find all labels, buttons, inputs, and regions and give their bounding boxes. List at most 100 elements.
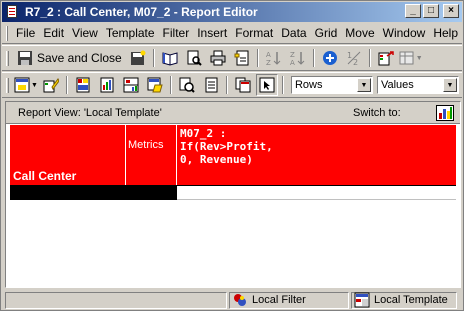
switch-to-label: Switch to: (353, 107, 401, 119)
menu-filter[interactable]: Filter (159, 26, 194, 40)
sort-descending-icon: Z A (290, 51, 305, 66)
print-preview-button[interactable] (183, 47, 205, 69)
sort-ascending-icon: A Z (266, 51, 281, 66)
metric-header-cell[interactable]: M07_2 : If(Rev>Profit, 0, Revenue) (177, 125, 456, 185)
toolbar-separator (368, 49, 371, 67)
cursor-icon (259, 77, 275, 93)
save-close-icon (18, 51, 32, 65)
grid-view-icon (76, 77, 90, 93)
graph-view-button[interactable] (96, 74, 118, 96)
subtotals-icon: 1 2 (347, 51, 361, 66)
open-book-icon (162, 52, 178, 66)
grid-graph-icon (123, 77, 139, 93)
local-filter-pane[interactable]: Local Filter (229, 291, 349, 309)
local-template-pane[interactable]: Local Template (351, 291, 457, 309)
grid-header-row: Call Center Metrics M07_2 : If(Rev>Profi… (10, 125, 456, 185)
save-button[interactable] (127, 47, 149, 69)
object-browser-button[interactable] (176, 74, 198, 96)
layout-button[interactable]: ▼ (14, 74, 38, 96)
menu-move[interactable]: Move (341, 26, 378, 40)
edit-button[interactable] (40, 74, 62, 96)
title-bar[interactable]: R7_2 : Call Center, M07_2 - Report Edito… (2, 2, 462, 22)
outline-button[interactable]: ▼ (399, 47, 423, 69)
save-and-close-button[interactable]: Save and Close (14, 47, 125, 69)
toolbar-separator (169, 76, 172, 94)
chart-view-icon[interactable] (436, 105, 454, 121)
menu-data[interactable]: Data (277, 26, 310, 40)
menu-view[interactable]: View (68, 26, 102, 40)
template-icon (354, 292, 370, 308)
copy-button[interactable] (232, 74, 254, 96)
minimize-button[interactable]: _ (405, 4, 421, 18)
print-icon (210, 50, 226, 66)
status-pane-main (5, 291, 227, 309)
values-dropdown-value: Values (380, 79, 414, 91)
menu-grid[interactable]: Grid (311, 26, 342, 40)
values-dropdown[interactable]: Values ▼ (376, 76, 459, 94)
outline-icon (399, 51, 414, 65)
close-button[interactable]: × (443, 4, 459, 18)
report-view-header: Report View: 'Local Template' Switch to: (6, 102, 460, 124)
row-header-cell[interactable]: Call Center (10, 125, 126, 185)
rows-dropdown[interactable]: Rows ▼ (290, 76, 373, 94)
chevron-down-icon[interactable]: ▼ (442, 78, 457, 92)
page-icon (205, 77, 218, 93)
maximize-button[interactable]: □ (423, 4, 439, 18)
toolbar-separator (152, 49, 155, 67)
menu-window[interactable]: Window (379, 26, 430, 40)
cursor-button[interactable] (255, 74, 278, 96)
table-row (10, 185, 456, 200)
graph-view-icon (100, 77, 114, 93)
row-metric-cell[interactable] (177, 185, 456, 200)
report-options-icon (234, 50, 249, 66)
page-button[interactable] (200, 74, 222, 96)
standard-toolbar: Save and Close A Z Z A 1 2 ▼ (2, 45, 462, 71)
toolbar-separator (225, 76, 228, 94)
save-icon (130, 50, 146, 65)
subtotals-button[interactable]: 1 2 (343, 47, 365, 69)
print-preview-icon (187, 50, 202, 66)
grid-graph-button[interactable] (120, 74, 142, 96)
svg-text:1: 1 (347, 51, 352, 60)
copy-icon (235, 77, 251, 93)
chevron-down-icon[interactable]: ▼ (356, 78, 371, 92)
toolbar-grip[interactable] (6, 77, 9, 93)
local-template-label: Local Template (374, 294, 448, 306)
metrics-header-label: Metrics (128, 139, 164, 151)
menu-file[interactable]: File (12, 26, 39, 40)
menu-bar: File Edit View Template Filter Insert Fo… (2, 23, 462, 44)
export-button[interactable] (375, 47, 397, 69)
sort-descending-button[interactable]: Z A (287, 47, 309, 69)
object-browser-icon (179, 77, 195, 93)
export-icon (378, 51, 394, 66)
add-icon (322, 51, 337, 65)
svg-text:A: A (290, 59, 295, 66)
local-filter-label: Local Filter (252, 294, 306, 306)
open-book-button[interactable] (159, 47, 181, 69)
svg-text:Z: Z (290, 51, 295, 59)
save-and-close-label: Save and Close (37, 51, 122, 65)
sort-ascending-button[interactable]: A Z (263, 47, 285, 69)
sql-view-button[interactable] (144, 74, 166, 96)
grid-toolbar: ▼ Rows ▼ Values ▼ (2, 72, 462, 98)
row-attribute-cell[interactable] (10, 185, 177, 200)
add-button[interactable] (319, 47, 341, 69)
menu-insert[interactable]: Insert (193, 26, 231, 40)
edit-icon (43, 78, 59, 93)
menu-help[interactable]: Help (429, 26, 462, 40)
row-header-label: Call Center (13, 169, 77, 183)
print-button[interactable] (207, 47, 229, 69)
svg-text:2: 2 (353, 58, 358, 66)
menu-edit[interactable]: Edit (39, 26, 68, 40)
grid-view-button[interactable] (72, 74, 94, 96)
toolbar-grip[interactable] (6, 50, 9, 66)
report-options-button[interactable] (231, 47, 253, 69)
svg-text:Z: Z (266, 59, 271, 66)
toolbar-separator (256, 49, 259, 67)
menu-format[interactable]: Format (231, 26, 277, 40)
report-grid: Call Center Metrics M07_2 : If(Rev>Profi… (10, 125, 456, 200)
menu-template[interactable]: Template (102, 26, 159, 40)
metrics-header-cell[interactable]: Metrics (126, 125, 177, 185)
menu-grip[interactable] (6, 25, 9, 41)
report-editor-window: R7_2 : Call Center, M07_2 - Report Edito… (0, 0, 464, 311)
